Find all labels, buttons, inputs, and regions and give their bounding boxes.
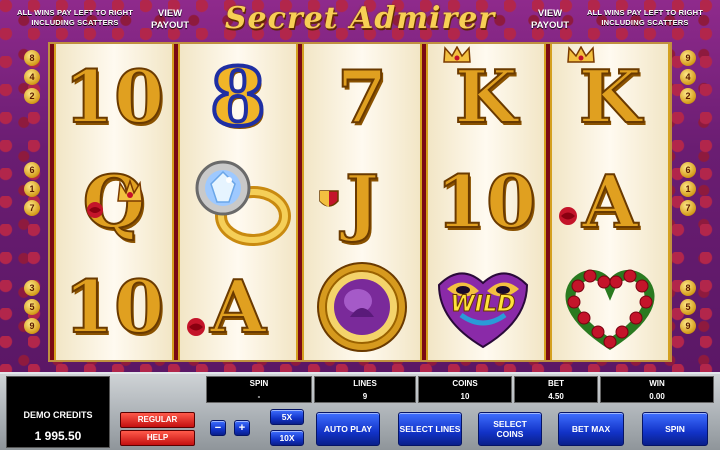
line-marker[interactable]: 9 [680,50,696,66]
reel-5: K A [550,44,670,360]
reel-2: 8 A [178,44,298,360]
credits-display: DEMO CREDITS 1 995.50 [6,376,110,448]
line-marker[interactable]: 2 [680,88,696,104]
symbol-king: K [428,44,544,149]
symbol-seven: 7 [336,53,388,140]
diamond-ring-icon [180,149,296,254]
rose-icon [87,202,103,218]
wild-mask-icon: WILD [428,254,544,359]
bet-value: 4.50 [548,392,564,401]
lines-label: LINES [353,379,377,388]
game-logo: Secret Admirer [224,1,496,36]
view-payout-button-left[interactable]: VIEW PAYOUT [145,5,195,35]
reel-4: K 10 WILD [426,44,546,360]
pay-rule-note-left: ALL WINS PAY LEFT TO RIGHT INCLUDING SCA… [16,8,134,27]
bet-max-button[interactable]: BET MAX [558,412,624,446]
line-marker[interactable]: 5 [24,299,40,315]
reel-3: 7 J [302,44,422,360]
line-marker[interactable]: 1 [24,181,40,197]
win-value: 0.00 [649,392,665,401]
line-marker[interactable]: 8 [24,50,40,66]
coin-increase-button[interactable]: + [234,420,250,436]
line-marker[interactable]: 1 [680,181,696,197]
symbol-queen: Q [82,158,147,245]
line-marker[interactable]: 3 [24,280,40,296]
rose-icon [559,207,577,225]
control-panel: DEMO CREDITS 1 995.50 SPIN - LINES 9 COI… [0,372,720,450]
win-label: WIN [649,379,665,388]
shield-icon [319,190,339,207]
coins-stat: COINS 10 [418,376,512,403]
rose-heart-icon [552,254,668,359]
reel-1: 10 Q 10 [54,44,174,360]
regular-button[interactable]: REGULAR [120,412,195,428]
credits-value: 1 995.50 [34,429,82,443]
coins-value: 10 [460,392,470,401]
spin-label: SPIN [249,379,269,388]
line-marker[interactable]: 8 [680,280,696,296]
symbol-eight: 8 [208,48,268,146]
rose-icon [187,318,205,336]
locket-icon [304,254,420,359]
game-frame: ALL WINS PAY LEFT TO RIGHT INCLUDING SCA… [0,0,720,372]
coin-decrease-button[interactable]: − [210,420,226,436]
line-marker[interactable]: 6 [680,162,696,178]
help-button[interactable]: HELP [120,430,195,446]
spin-value: - [257,392,261,401]
svg-text:WILD: WILD [451,292,516,317]
symbol-ten: 10 [63,263,165,350]
auto-play-button[interactable]: AUTO PLAY [316,412,380,446]
symbol-ace: A [552,149,668,254]
crown-icon [567,46,595,63]
bet-stat: BET 4.50 [514,376,598,403]
line-marker[interactable]: 4 [680,69,696,85]
reel-area: 10 Q 10 8 A 7 J K 10 WILD K A [48,42,672,362]
view-payout-button-right[interactable]: VIEW PAYOUT [525,5,575,35]
select-coins-button[interactable]: SELECT COINS [478,412,542,446]
line-marker[interactable]: 6 [24,162,40,178]
symbol-jack: J [304,149,420,254]
spin-button[interactable]: SPIN [642,412,708,446]
lines-stat: LINES 9 [314,376,416,403]
win-stat: WIN 0.00 [600,376,714,403]
pay-rule-note-right: ALL WINS PAY LEFT TO RIGHT INCLUDING SCA… [586,8,704,27]
select-lines-button[interactable]: SELECT LINES [398,412,462,446]
multiplier-10x-button[interactable]: 10X [270,430,304,446]
line-marker[interactable]: 5 [680,299,696,315]
symbol-ten: 10 [63,53,165,140]
spin-stat: SPIN - [206,376,312,403]
line-marker[interactable]: 2 [24,88,40,104]
symbol-king: K [552,44,668,149]
coins-label: COINS [452,379,478,388]
credits-label: DEMO CREDITS [23,410,93,420]
line-marker[interactable]: 9 [24,318,40,334]
symbol-ten: 10 [435,158,537,245]
line-marker[interactable]: 9 [680,318,696,334]
header: ALL WINS PAY LEFT TO RIGHT INCLUDING SCA… [0,0,720,40]
line-marker[interactable]: 7 [680,200,696,216]
crown-icon [443,46,471,63]
bet-label: BET [548,379,564,388]
symbol-ace: A [180,254,296,359]
line-marker[interactable]: 7 [24,200,40,216]
line-marker[interactable]: 4 [24,69,40,85]
lines-value: 9 [362,392,368,401]
multiplier-5x-button[interactable]: 5X [270,409,304,425]
crown-icon [117,178,143,202]
